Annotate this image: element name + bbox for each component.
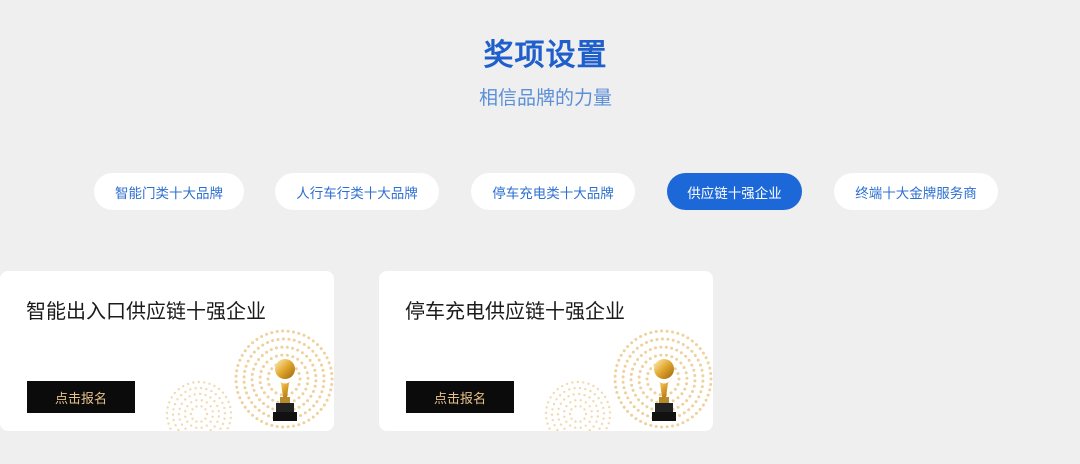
tab-pedestrian-vehicle[interactable]: 人行车行类十大品牌 <box>275 173 439 210</box>
page-title: 奖项设置 <box>483 38 608 73</box>
trophy-icon <box>273 359 297 421</box>
card-title: 停车充电供应链十强企业 <box>405 299 625 323</box>
tab-terminal-service[interactable]: 终端十大金牌服务商 <box>834 173 998 210</box>
tab-parking-charging[interactable]: 停车充电类十大品牌 <box>471 173 635 210</box>
award-card-parking-charging: 停车充电供应链十强企业 点击报名 <box>379 271 713 431</box>
dotted-circle-pattern <box>544 380 612 431</box>
trophy-icon <box>652 359 676 421</box>
tab-smart-door[interactable]: 智能门类十大品牌 <box>94 173 244 210</box>
award-card-smart-entrance: 智能出入口供应链十强企业 点击报名 <box>0 271 334 431</box>
page-subtitle: 相信品牌的力量 <box>478 87 612 109</box>
dotted-circle-pattern <box>165 380 233 431</box>
award-category-tabs: 智能门类十大品牌 人行车行类十大品牌 停车充电类十大品牌 供应链十强企业 终端十… <box>0 173 1080 210</box>
register-button[interactable]: 点击报名 <box>27 381 135 413</box>
card-title: 智能出入口供应链十强企业 <box>26 299 266 323</box>
tab-supply-chain[interactable]: 供应链十强企业 <box>667 173 802 210</box>
register-button[interactable]: 点击报名 <box>406 381 514 413</box>
